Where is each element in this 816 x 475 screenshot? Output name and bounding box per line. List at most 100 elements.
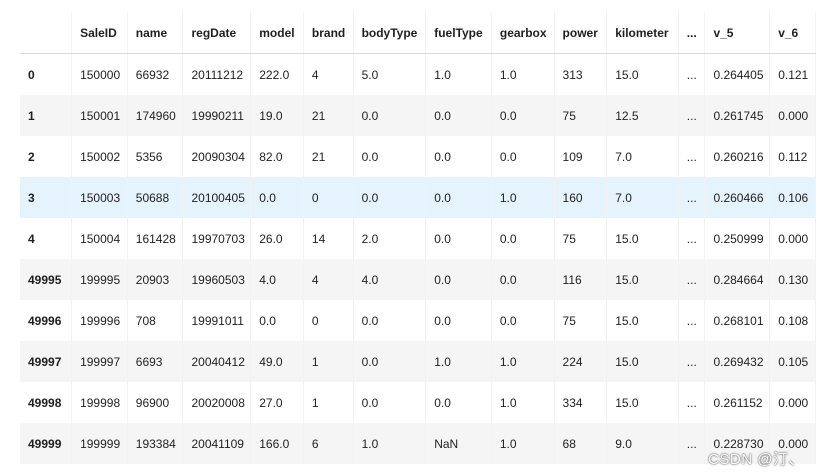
table-cell: 160 — [554, 177, 608, 218]
table-cell: 0.0 — [353, 136, 427, 177]
table-cell: 1.0 — [425, 53, 492, 95]
dataframe-output: SaleID name regDate model brand bodyType fuelT… — [0, 0, 816, 475]
table-cell: 0.0 — [425, 300, 492, 341]
table-cell: 0.260466 — [704, 177, 771, 218]
table-cell: 0.260216 — [704, 136, 771, 177]
row-index: 49998 — [20, 382, 73, 423]
table-cell: 19960503 — [182, 259, 252, 300]
table-cell: 15.0 — [606, 259, 679, 300]
table-cell: 0.269432 — [704, 341, 771, 382]
table-cell: 708 — [127, 300, 184, 341]
table-cell: 7.0 — [606, 177, 679, 218]
table-cell: 6693 — [127, 341, 184, 382]
row-index: 0 — [20, 53, 73, 95]
table-cell: 0.0 — [250, 177, 304, 218]
table-cell: 0.268101 — [704, 300, 771, 341]
column-header: name — [127, 12, 184, 54]
table-row: 49998 199998 96900 20020008 27.0 1 0.0 0.0 1.0 33… — [20, 382, 816, 423]
table-cell: 75 — [554, 300, 608, 341]
table-cell: 150002 — [71, 136, 128, 177]
table-cell: 0.261745 — [704, 95, 771, 136]
table-cell: 75 — [554, 218, 608, 259]
table-cell: 0.000 — [769, 95, 816, 136]
row-index: 1 — [20, 95, 73, 136]
table-cell: 0.0 — [491, 218, 555, 259]
table-cell: 0.0 — [425, 218, 492, 259]
table-cell: 9.0 — [606, 423, 679, 464]
table-cell: 21 — [303, 95, 354, 136]
table-cell: 199999 — [71, 423, 128, 464]
column-header: fuelType — [425, 12, 492, 54]
table-cell: 0.0 — [353, 95, 427, 136]
table-cell: 7.0 — [606, 136, 679, 177]
table-cell: 1.0 — [491, 177, 555, 218]
table-row: 1 150001 174960 19990211 19.0 21 0.0 0.0 0.0 75 12… — [20, 95, 816, 136]
table-cell: 19991011 — [182, 300, 252, 341]
header-row: SaleID name regDate model brand bodyType fuelT… — [20, 12, 816, 54]
table-cell: 15.0 — [606, 218, 679, 259]
table-cell: 174960 — [127, 95, 184, 136]
table-cell: 4 — [303, 53, 354, 95]
row-index: 49999 — [20, 423, 73, 464]
table-cell: 0.108 — [769, 300, 816, 341]
table-cell: 20041109 — [182, 423, 252, 464]
watermark: CSDN @汀、 — [708, 451, 804, 468]
table-cell: 166.0 — [250, 423, 304, 464]
table-cell: ... — [678, 53, 706, 95]
table-cell: 66932 — [127, 53, 184, 95]
table-cell: 0.0 — [250, 300, 304, 341]
table-cell: 0.000 — [769, 218, 816, 259]
table-cell: 19.0 — [250, 95, 304, 136]
table-cell: 109 — [554, 136, 608, 177]
row-index: 49995 — [20, 259, 73, 300]
table-cell: 0.261152 — [704, 382, 771, 423]
table-cell: 199996 — [71, 300, 128, 341]
table-cell: ... — [678, 423, 706, 464]
table-cell: 150001 — [71, 95, 128, 136]
row-index: 3 — [20, 177, 73, 218]
table-cell: 15.0 — [606, 341, 679, 382]
table-cell: 199995 — [71, 259, 128, 300]
table-cell: 161428 — [127, 218, 184, 259]
table-cell: 0.0 — [491, 136, 555, 177]
table-cell: 0.0 — [425, 382, 492, 423]
table-cell: ... — [678, 95, 706, 136]
table-cell: 20020008 — [182, 382, 252, 423]
table-cell: 4 — [303, 259, 354, 300]
table-cell: 2.0 — [353, 218, 427, 259]
table-cell: 0.0 — [353, 341, 427, 382]
table-cell: 0.0 — [491, 300, 555, 341]
table-cell: 15.0 — [606, 300, 679, 341]
table-cell: ... — [678, 259, 706, 300]
table-cell: 0.130 — [769, 259, 816, 300]
table-cell: 150004 — [71, 218, 128, 259]
table-cell: 334 — [554, 382, 608, 423]
table-cell: 0.106 — [769, 177, 816, 218]
table-cell: 0.0 — [353, 300, 427, 341]
table-cell: 0.112 — [769, 136, 816, 177]
table-cell: 0.264405 — [704, 53, 771, 95]
table-cell: 0 — [303, 177, 354, 218]
table-cell: 50688 — [127, 177, 184, 218]
table-cell: 0.250999 — [704, 218, 771, 259]
table-cell: 5356 — [127, 136, 184, 177]
table-cell: 150003 — [71, 177, 128, 218]
table-cell: 19990211 — [182, 95, 252, 136]
table-cell: 150000 — [71, 53, 128, 95]
row-index: 49996 — [20, 300, 73, 341]
table-cell: 0.0 — [425, 136, 492, 177]
table-cell: 1.0 — [491, 423, 555, 464]
table-cell: 1.0 — [425, 341, 492, 382]
table-cell: 1 — [303, 382, 354, 423]
table-cell: ... — [678, 382, 706, 423]
row-index: 49997 — [20, 341, 73, 382]
table-cell: 0.284664 — [704, 259, 771, 300]
table-cell: 0.0 — [353, 382, 427, 423]
table-row: 3 150003 50688 20100405 0.0 0 0.0 0.0 1.0 160 7.0.… — [20, 177, 816, 218]
table-row: 49999 199999 193384 20041109 166.0 6 1.0 NaN 1.0… — [20, 423, 816, 464]
table-cell: 14 — [303, 218, 354, 259]
table-cell: 0.0 — [353, 177, 427, 218]
table-cell: 0.0 — [425, 177, 492, 218]
table-cell: 0.0 — [425, 259, 492, 300]
table-cell: ... — [678, 341, 706, 382]
